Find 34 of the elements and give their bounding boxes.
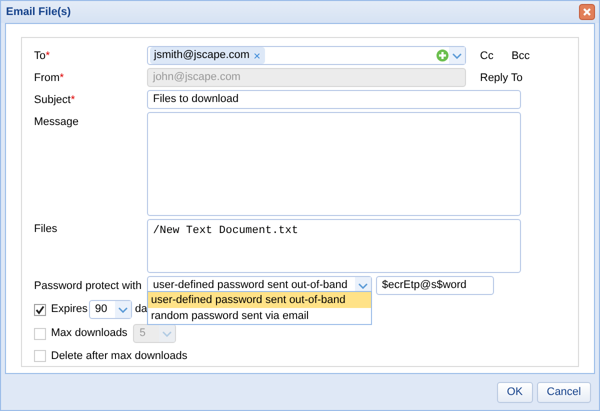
close-icon	[583, 8, 591, 16]
subject-field[interactable]: Files to download	[147, 90, 521, 109]
checkbox[interactable]	[34, 304, 46, 316]
from-field: john@jscape.com	[147, 68, 466, 87]
max-downloads-select: 5	[133, 324, 176, 343]
dropdown-option[interactable]: random password sent via email	[148, 308, 371, 324]
cc-link[interactable]: Cc	[466, 46, 494, 64]
reply-to-link[interactable]: Reply To	[466, 68, 523, 86]
caret-icon	[159, 325, 176, 342]
checkbox-label: Delete after max downloads	[51, 349, 188, 364]
caret-icon	[115, 301, 131, 318]
unit-label: da	[135, 302, 148, 318]
field-label: From*	[34, 72, 64, 84]
caret-icon	[449, 47, 465, 64]
ok-button[interactable]: OK	[496, 382, 533, 402]
window-title: Email File(s)	[6, 4, 71, 20]
field-label: Subject*	[34, 94, 75, 106]
cancel-button[interactable]: Cancel	[536, 382, 591, 402]
field-label: To*	[34, 50, 50, 62]
password-field[interactable]: $ecrEtp@s$word	[376, 276, 494, 295]
recipient-field[interactable]: jsmith@jscape.com ×	[147, 46, 466, 65]
bcc-link[interactable]: Bcc	[493, 46, 530, 64]
message-field[interactable]	[147, 112, 521, 216]
dropdown-option[interactable]: user-defined password sent out-of-band	[148, 292, 371, 308]
field-label: Message	[34, 116, 79, 128]
files-field[interactable]: /New Text Document.txt	[147, 219, 521, 273]
add-icon[interactable]	[436, 49, 449, 62]
recipient-tag[interactable]: jsmith@jscape.com ×	[150, 47, 265, 64]
expires-select[interactable]: 90	[89, 300, 132, 319]
field-label: Password protect with	[34, 280, 142, 292]
field-label: Files	[34, 223, 58, 235]
checkbox-label: Expires	[51, 302, 89, 318]
checkbox-label: Max downloads	[51, 326, 128, 342]
close-button[interactable]	[579, 4, 595, 20]
